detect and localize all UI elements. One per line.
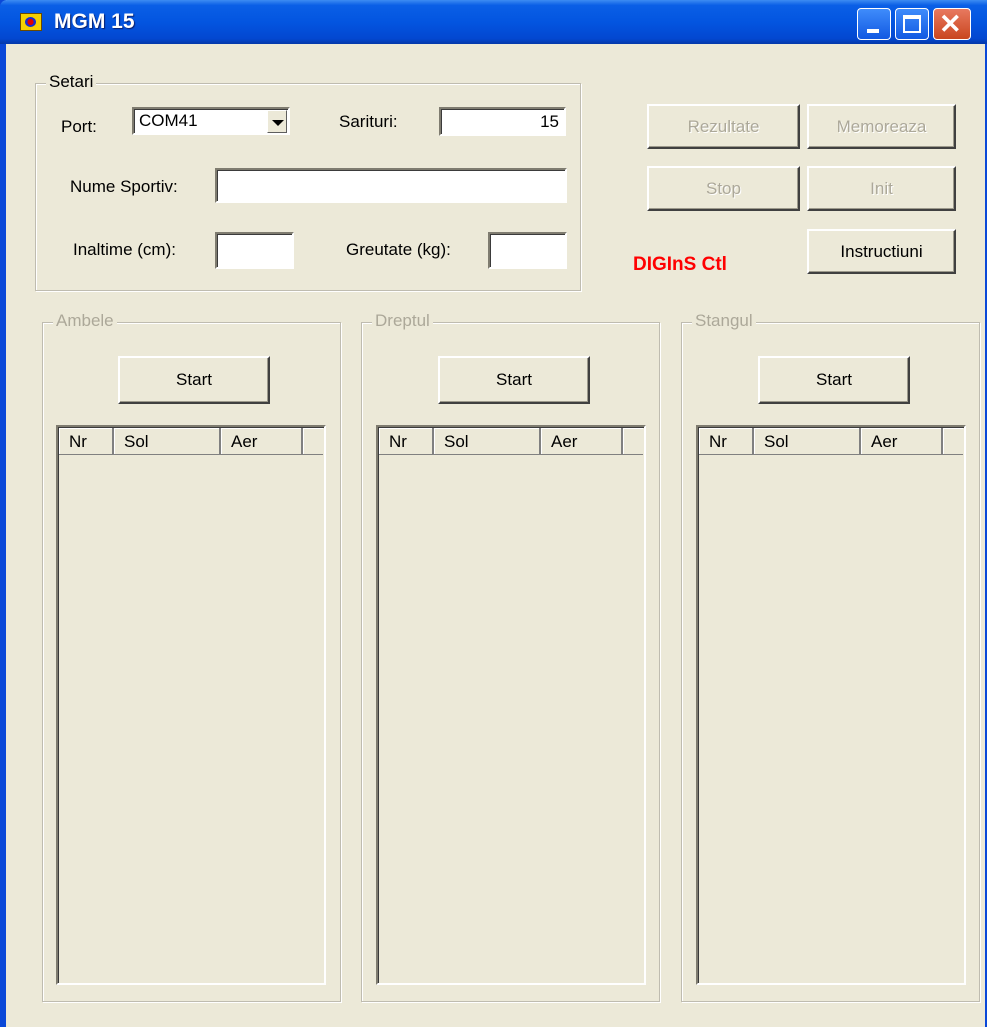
rezultate-button[interactable]: Rezultate: [647, 104, 800, 149]
close-icon: ✕: [939, 9, 962, 39]
nume-sportiv-label: Nume Sportiv:: [70, 177, 178, 196]
brand-label: DIGInS Ctl: [633, 254, 727, 275]
title-bar[interactable]: MGM 15 ✕: [0, 0, 987, 44]
list-header: Nr Sol Aer: [699, 428, 963, 455]
column-nr[interactable]: Nr: [699, 428, 754, 455]
sarituri-input[interactable]: 15: [439, 107, 566, 136]
list-header: Nr Sol Aer: [59, 428, 323, 455]
inaltime-input[interactable]: [215, 232, 294, 269]
chevron-down-icon[interactable]: [267, 110, 287, 133]
greutate-input[interactable]: [488, 232, 567, 269]
port-value: COM41: [139, 111, 198, 130]
close-button[interactable]: ✕: [933, 8, 971, 40]
instructiuni-button[interactable]: Instructiuni: [807, 229, 956, 274]
start-ambele-button[interactable]: Start: [118, 356, 270, 404]
column-filler: [303, 428, 323, 455]
column-nr[interactable]: Nr: [59, 428, 114, 455]
column-nr[interactable]: Nr: [379, 428, 434, 455]
panel-ambele-label: Ambele: [53, 311, 117, 331]
column-aer[interactable]: Aer: [541, 428, 623, 455]
column-aer[interactable]: Aer: [861, 428, 943, 455]
column-aer[interactable]: Aer: [221, 428, 303, 455]
list-dreptul[interactable]: Nr Sol Aer: [376, 425, 646, 985]
list-ambele[interactable]: Nr Sol Aer: [56, 425, 326, 985]
sarituri-value: 15: [540, 112, 559, 131]
minimize-icon: [867, 29, 879, 33]
list-header: Nr Sol Aer: [379, 428, 643, 455]
settings-group-label: Setari: [46, 72, 97, 92]
column-sol[interactable]: Sol: [754, 428, 861, 455]
start-stangul-button[interactable]: Start: [758, 356, 910, 404]
port-label: Port:: [61, 117, 97, 136]
sarituri-label: Sarituri:: [339, 112, 398, 131]
memoreaza-button[interactable]: Memoreaza: [807, 104, 956, 149]
init-button[interactable]: Init: [807, 166, 956, 211]
nume-sportiv-input[interactable]: [215, 168, 567, 203]
start-dreptul-button[interactable]: Start: [438, 356, 590, 404]
app-icon[interactable]: [20, 13, 42, 31]
window-title: MGM 15: [54, 10, 135, 33]
column-sol[interactable]: Sol: [434, 428, 541, 455]
panel-stangul-label: Stangul: [692, 311, 756, 331]
panel-dreptul-label: Dreptul: [372, 311, 433, 331]
column-sol[interactable]: Sol: [114, 428, 221, 455]
port-select[interactable]: COM41: [132, 107, 290, 135]
minimize-button[interactable]: [857, 8, 891, 40]
maximize-icon: [903, 15, 921, 33]
inaltime-label: Inaltime (cm):: [73, 240, 176, 259]
column-filler: [943, 428, 963, 455]
list-stangul[interactable]: Nr Sol Aer: [696, 425, 966, 985]
main-window: MGM 15 ✕ Setari Port: COM41 Sarituri: 15…: [0, 0, 987, 1027]
greutate-label: Greutate (kg):: [346, 240, 451, 259]
column-filler: [623, 428, 643, 455]
stop-button[interactable]: Stop: [647, 166, 800, 211]
maximize-button[interactable]: [895, 8, 929, 40]
